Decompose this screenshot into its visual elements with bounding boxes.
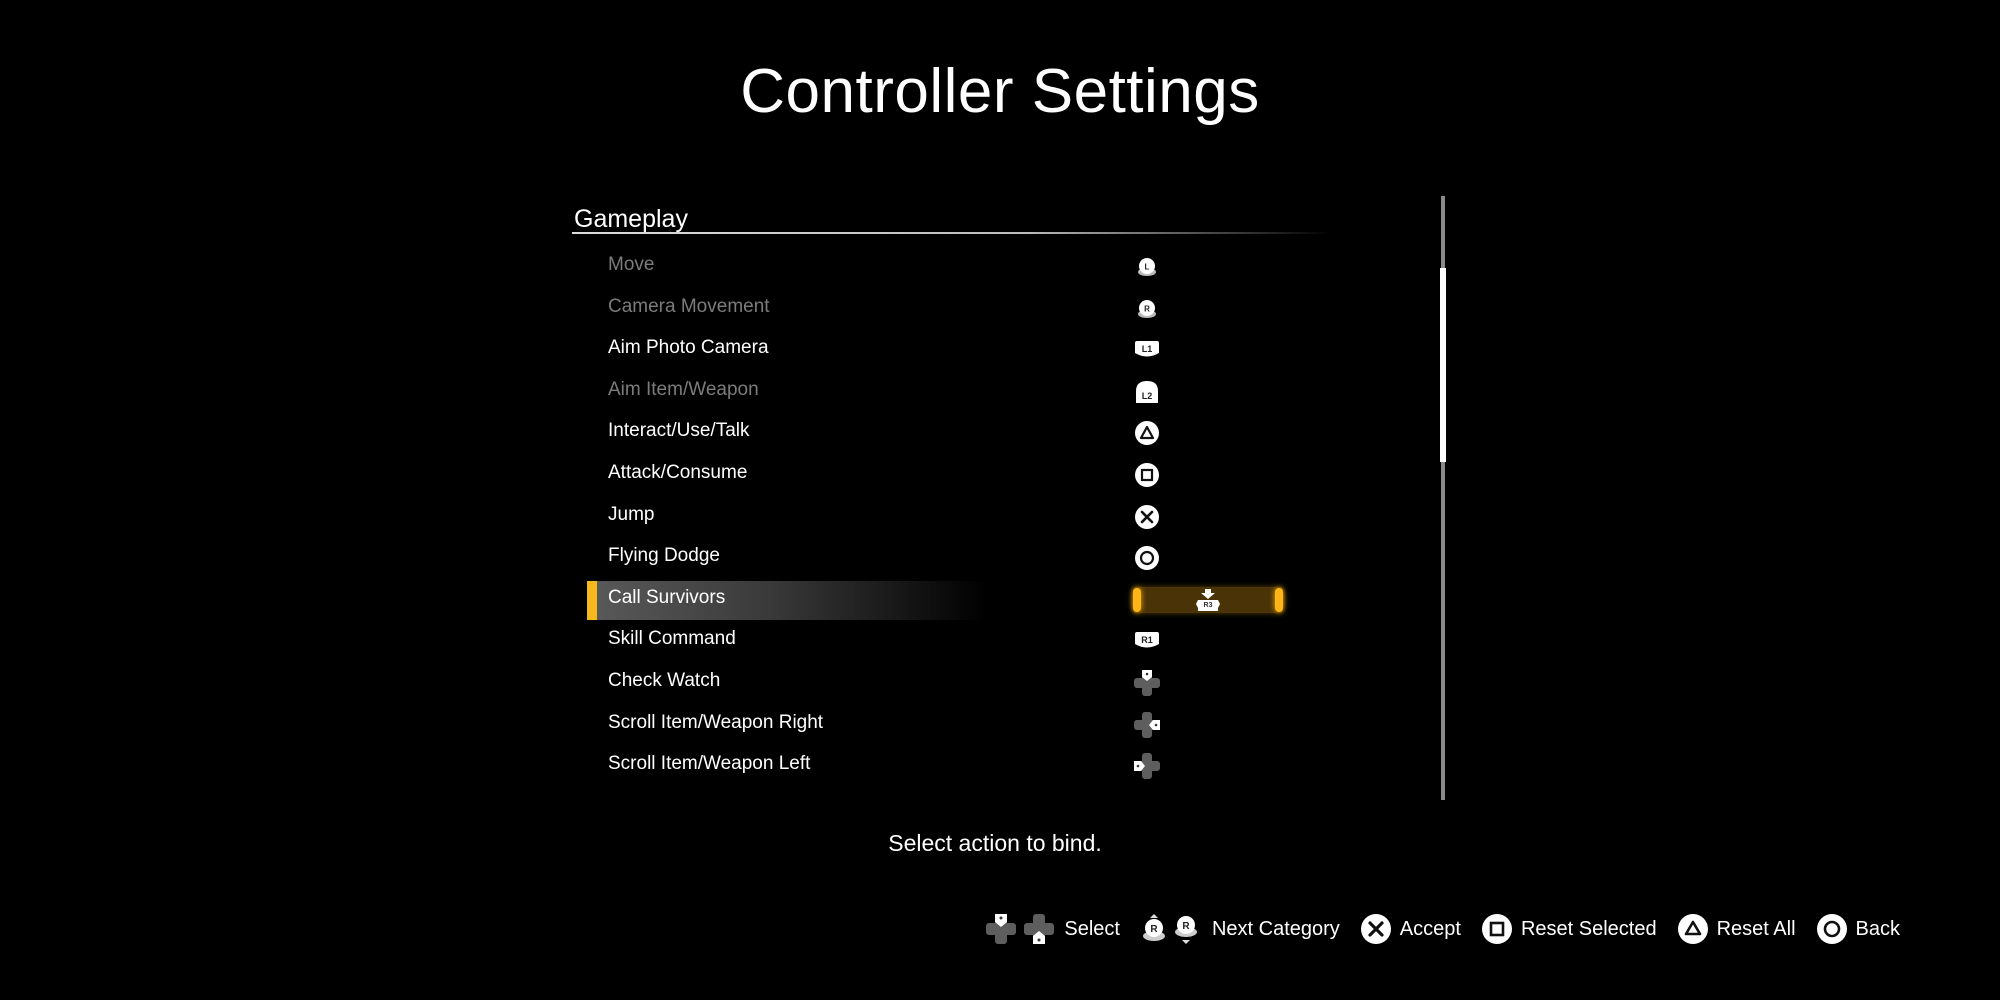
binding-row[interactable]: Scroll Item/Weapon Right [587, 704, 1347, 746]
hint-text: Select action to bind. [0, 830, 2000, 857]
binding-row[interactable]: Camera Movement R [587, 288, 1347, 330]
page-title: Controller Settings [740, 57, 1260, 126]
button-prompts: Select R R Next Category Accept Reset Se… [964, 912, 1900, 946]
selection-accent-bar [587, 580, 597, 620]
section-divider [572, 232, 1332, 234]
binding-row[interactable]: Move L [587, 246, 1347, 288]
binding-label: Move [608, 254, 655, 275]
l2-button-icon[interactable]: L2 [1132, 377, 1162, 407]
r1-button-icon[interactable]: R1 [1132, 626, 1162, 656]
triangle-button-icon [1677, 913, 1709, 945]
svg-text:R: R [1144, 304, 1150, 313]
binding-row[interactable]: Interact/Use/Talk [587, 412, 1347, 454]
prompt-accept[interactable]: Accept [1360, 913, 1461, 945]
l1-button-icon[interactable]: L1 [1132, 335, 1162, 365]
dpad-right-icon[interactable] [1132, 710, 1162, 740]
prompt-back-label: Back [1855, 917, 1900, 940]
slot-cap-left [1133, 587, 1141, 612]
square-button-icon[interactable] [1132, 460, 1162, 490]
prompt-reset-selected[interactable]: Reset Selected [1481, 913, 1657, 945]
prompt-accept-label: Accept [1399, 917, 1461, 940]
binding-label: Interact/Use/Talk [608, 420, 750, 442]
svg-text:L2: L2 [1142, 391, 1153, 401]
prompt-reset-all[interactable]: Reset All [1677, 913, 1796, 945]
binding-row[interactable]: Check Watch [587, 662, 1347, 704]
cross-button-icon[interactable] [1132, 502, 1162, 532]
binding-label: Call Survivors [608, 586, 726, 608]
bindings-list: Move L Camera Movement R Aim Photo Camera L1 A… [587, 246, 1347, 787]
svg-text:R: R [1182, 921, 1190, 932]
svg-text:R: R [1150, 924, 1158, 935]
dpad-left-icon[interactable] [1132, 751, 1162, 781]
svg-text:R3: R3 [1204, 602, 1213, 609]
prompt-next-category[interactable]: R R Next Category [1140, 912, 1340, 946]
binding-label: Camera Movement [608, 295, 770, 317]
prompt-next-category-label: Next Category [1211, 917, 1340, 940]
cross-button-icon [1360, 913, 1392, 945]
left-stick-icon[interactable]: L [1132, 252, 1162, 282]
prompt-select[interactable]: Select [984, 912, 1120, 946]
dpad-up-down-icon [984, 912, 1056, 946]
binding-row[interactable]: Aim Item/Weapon L2 [587, 371, 1347, 413]
binding-row[interactable]: Skill Command R1 [587, 620, 1347, 662]
scrollbar-thumb[interactable] [1440, 268, 1446, 462]
binding-label: Flying Dodge [608, 545, 720, 567]
binding-row[interactable]: Jump [587, 496, 1347, 538]
hint-label: Select action to bind. [888, 830, 1102, 856]
right-stick-up-down-icon: R R [1140, 912, 1204, 946]
binding-label: Scroll Item/Weapon Left [608, 753, 811, 775]
prompt-reset-all-label: Reset All [1716, 917, 1796, 940]
dpad-up-icon[interactable] [1132, 668, 1162, 698]
circle-button-icon [1816, 913, 1848, 945]
svg-text:L1: L1 [1142, 344, 1153, 354]
svg-text:L: L [1145, 263, 1150, 272]
binding-label: Jump [608, 503, 655, 525]
binding-label: Check Watch [608, 669, 721, 691]
prompt-back[interactable]: Back [1816, 913, 1900, 945]
binding-row[interactable]: Call Survivors R3 [587, 579, 1347, 621]
right-stick-icon[interactable]: R [1132, 294, 1162, 324]
binding-label: Skill Command [608, 628, 736, 650]
binding-label: Scroll Item/Weapon Right [608, 711, 824, 733]
binding-label: Aim Photo Camera [608, 337, 769, 359]
prompt-reset-selected-label: Reset Selected [1520, 917, 1657, 940]
binding-row[interactable]: Flying Dodge [587, 537, 1347, 579]
triangle-button-icon[interactable] [1132, 418, 1162, 448]
binding-label: Attack/Consume [608, 461, 748, 483]
circle-button-icon[interactable] [1132, 543, 1162, 573]
r3-button-icon[interactable]: R3 [1193, 585, 1223, 615]
binding-row[interactable]: Aim Photo Camera L1 [587, 329, 1347, 371]
square-button-icon [1481, 913, 1513, 945]
prompt-select-label: Select [1064, 917, 1120, 940]
svg-text:R1: R1 [1141, 635, 1153, 645]
binding-label: Aim Item/Weapon [608, 378, 759, 400]
section-header-gameplay[interactable]: Gameplay [574, 205, 688, 234]
binding-row[interactable]: Scroll Item/Weapon Left [587, 745, 1347, 787]
slot-cap-right [1275, 587, 1283, 612]
binding-row[interactable]: Attack/Consume [587, 454, 1347, 496]
